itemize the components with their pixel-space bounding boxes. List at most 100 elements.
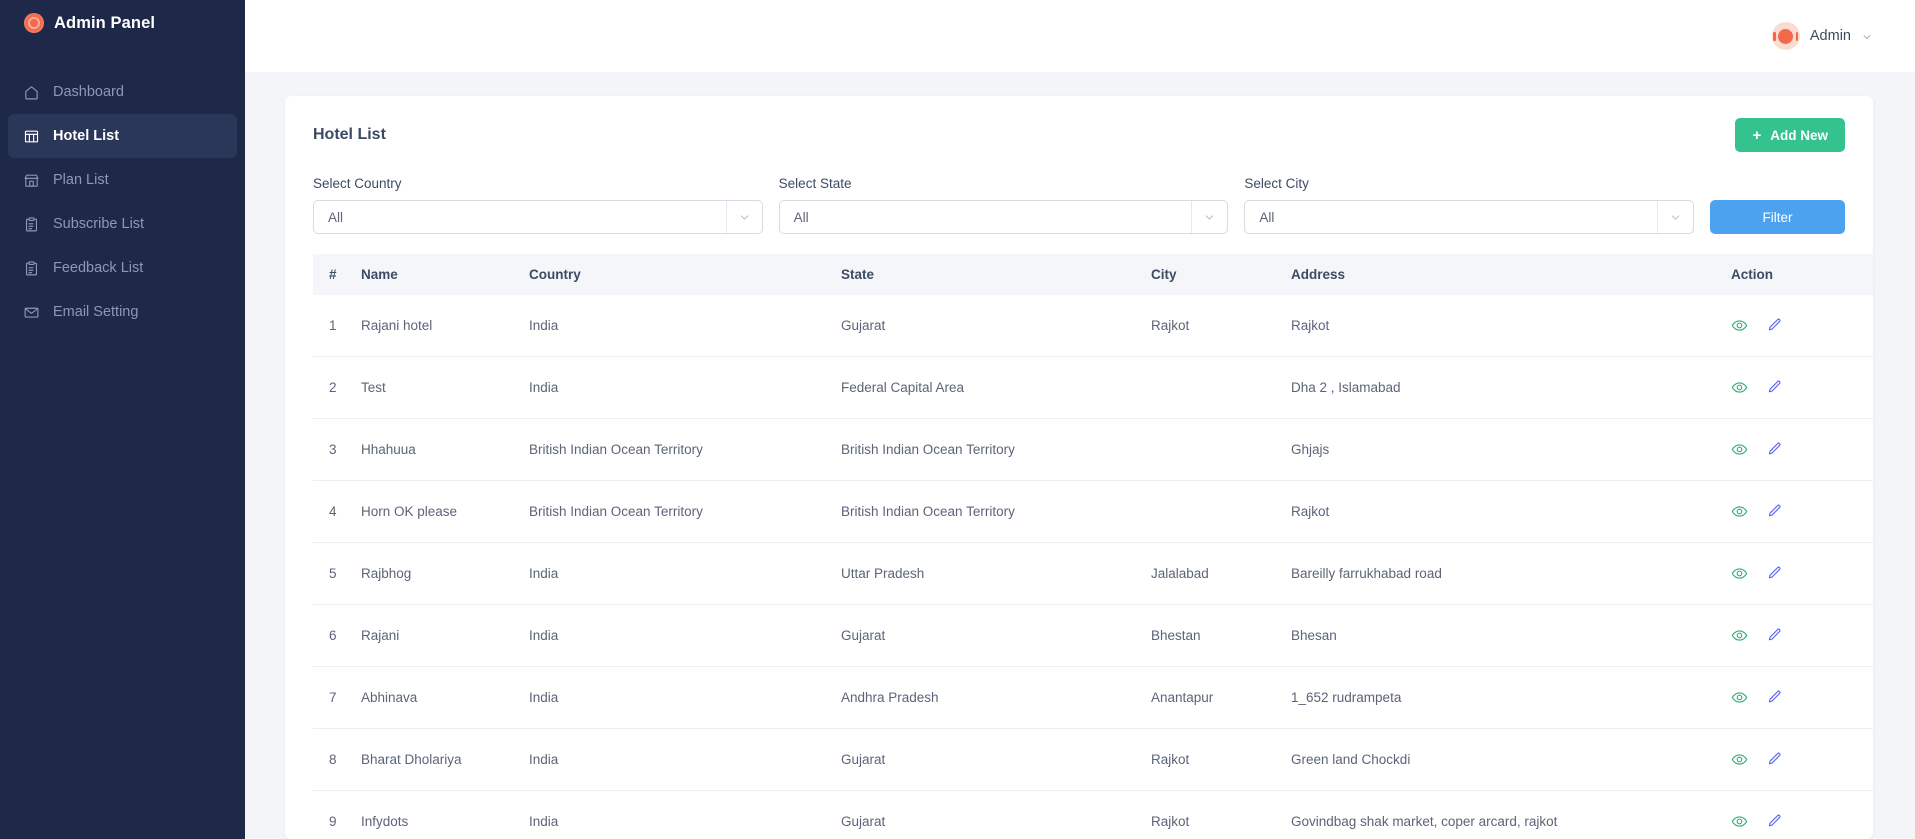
- content-area: Hotel List + Add New Select Country All: [245, 72, 1915, 839]
- cell-country: India: [529, 604, 841, 667]
- clipboard-list-icon: [22, 259, 40, 277]
- add-new-button[interactable]: + Add New: [1735, 118, 1845, 152]
- cell-action: [1731, 480, 1873, 543]
- cell-city: Anantapur: [1151, 666, 1291, 729]
- sidebar-item-label: Subscribe List: [53, 216, 145, 232]
- pencil-icon[interactable]: [1766, 503, 1783, 520]
- table-row[interactable]: 1 Rajani hotel India Gujarat Rajkot Rajk…: [313, 295, 1873, 357]
- cell-state: Andhra Pradesh: [841, 666, 1151, 729]
- sidebar-item-hotel-list[interactable]: Hotel List: [8, 114, 237, 158]
- cell-num: 8: [313, 728, 361, 791]
- cell-name: Hhahuua: [361, 418, 529, 481]
- topbar: Admin: [245, 0, 1915, 72]
- cell-city: [1151, 480, 1291, 543]
- cell-city: Rajkot: [1151, 790, 1291, 839]
- filter-button[interactable]: Filter: [1710, 200, 1846, 234]
- pencil-icon[interactable]: [1766, 751, 1783, 768]
- cell-address: Dha 2 , Islamabad: [1291, 356, 1731, 419]
- filter-country-group: Select Country All: [313, 176, 763, 234]
- cell-country: British Indian Ocean Territory: [529, 480, 841, 543]
- table-row[interactable]: 2 Test India Federal Capital Area Dha 2 …: [313, 356, 1873, 419]
- table-body: 1 Rajani hotel India Gujarat Rajkot Rajk…: [313, 295, 1873, 839]
- sidebar-item-feedback-list[interactable]: Feedback List: [8, 246, 237, 290]
- sidebar-item-label: Plan List: [53, 172, 109, 188]
- brand[interactable]: Admin Panel: [0, 0, 245, 46]
- cell-country: India: [529, 728, 841, 791]
- pencil-icon[interactable]: [1766, 379, 1783, 396]
- cell-address: Govindbag shak market, coper arcard, raj…: [1291, 790, 1731, 839]
- brand-dot-icon: [24, 13, 44, 33]
- cell-state: Gujarat: [841, 790, 1151, 839]
- cell-action: [1731, 604, 1873, 667]
- cell-action: [1731, 418, 1873, 481]
- pencil-icon[interactable]: [1766, 565, 1783, 582]
- cell-num: 7: [313, 666, 361, 729]
- cell-state: British Indian Ocean Territory: [841, 418, 1151, 481]
- eye-icon[interactable]: [1731, 627, 1748, 644]
- table-row[interactable]: 6 Rajani India Gujarat Bhestan Bhesan: [313, 604, 1873, 667]
- sidebar-nav: Dashboard Hotel List Plan List Subscribe…: [0, 70, 245, 334]
- table-row[interactable]: 4 Horn OK please British Indian Ocean Te…: [313, 480, 1873, 543]
- sidebar-item-label: Feedback List: [53, 260, 144, 276]
- select-city-dropdown[interactable]: All: [1244, 200, 1695, 234]
- sidebar-item-subscribe-list[interactable]: Subscribe List: [8, 202, 237, 246]
- eye-icon[interactable]: [1731, 503, 1748, 520]
- table-row[interactable]: 5 Rajbhog India Uttar Pradesh Jalalabad …: [313, 542, 1873, 605]
- cell-state: British Indian Ocean Territory: [841, 480, 1151, 543]
- sidebar-item-dashboard[interactable]: Dashboard: [8, 70, 237, 114]
- chevron-down-icon[interactable]: [1657, 201, 1693, 233]
- cell-city: Rajkot: [1151, 728, 1291, 791]
- cell-city: [1151, 418, 1291, 481]
- cell-state: Federal Capital Area: [841, 356, 1151, 419]
- user-menu[interactable]: Admin: [1771, 22, 1873, 50]
- pencil-icon[interactable]: [1766, 441, 1783, 458]
- select-state-value: All: [793, 209, 809, 225]
- envelope-icon: [22, 303, 40, 321]
- eye-icon[interactable]: [1731, 565, 1748, 582]
- pencil-icon[interactable]: [1766, 813, 1783, 830]
- cell-state: Gujarat: [841, 604, 1151, 667]
- cell-action: [1731, 356, 1873, 419]
- pencil-icon[interactable]: [1766, 317, 1783, 334]
- cell-name: Bharat Dholariya: [361, 728, 529, 791]
- cell-action: [1731, 542, 1873, 605]
- cell-city: Bhestan: [1151, 604, 1291, 667]
- store-icon: [22, 171, 40, 189]
- sidebar-item-label: Hotel List: [53, 128, 120, 144]
- cell-state: Gujarat: [841, 295, 1151, 357]
- hotel-table-wrapper: # Name Country State City Address Action…: [313, 254, 1873, 839]
- select-state-dropdown[interactable]: All: [778, 200, 1229, 234]
- pencil-icon[interactable]: [1766, 689, 1783, 706]
- table-row[interactable]: 9 Infydots India Gujarat Rajkot Govindba…: [313, 790, 1873, 839]
- select-country-dropdown[interactable]: All: [313, 200, 763, 234]
- eye-icon[interactable]: [1731, 813, 1748, 830]
- sidebar-item-plan-list[interactable]: Plan List: [8, 158, 237, 202]
- cell-city: Jalalabad: [1151, 542, 1291, 605]
- brand-title: Admin Panel: [54, 13, 156, 32]
- column-header-state: State: [841, 254, 1151, 295]
- table-row[interactable]: 8 Bharat Dholariya India Gujarat Rajkot …: [313, 728, 1873, 791]
- eye-icon[interactable]: [1731, 317, 1748, 334]
- table-row[interactable]: 3 Hhahuua British Indian Ocean Territory…: [313, 418, 1873, 481]
- eye-icon[interactable]: [1731, 751, 1748, 768]
- cell-name: Rajani hotel: [361, 295, 529, 357]
- filter-city-group: Select City All: [1244, 176, 1695, 234]
- cell-name: Horn OK please: [361, 480, 529, 543]
- cell-name: Rajani: [361, 604, 529, 667]
- user-name: Admin: [1809, 28, 1851, 44]
- chevron-down-icon[interactable]: [1191, 201, 1227, 233]
- cell-country: India: [529, 542, 841, 605]
- building-icon: [22, 127, 40, 145]
- eye-icon[interactable]: [1731, 379, 1748, 396]
- chevron-down-icon[interactable]: [725, 201, 762, 233]
- sidebar-item-email-setting[interactable]: Email Setting: [8, 290, 237, 334]
- table-row[interactable]: 7 Abhinava India Andhra Pradesh Anantapu…: [313, 666, 1873, 729]
- cell-num: 5: [313, 542, 361, 605]
- eye-icon[interactable]: [1731, 441, 1748, 458]
- pencil-icon[interactable]: [1766, 627, 1783, 644]
- eye-icon[interactable]: [1731, 689, 1748, 706]
- app-root: Admin Panel Dashboard Hotel List Plan Li: [0, 0, 1915, 839]
- filter-state-group: Select State All: [778, 176, 1229, 234]
- cell-state: Uttar Pradesh: [841, 542, 1151, 605]
- cell-name: Rajbhog: [361, 542, 529, 605]
